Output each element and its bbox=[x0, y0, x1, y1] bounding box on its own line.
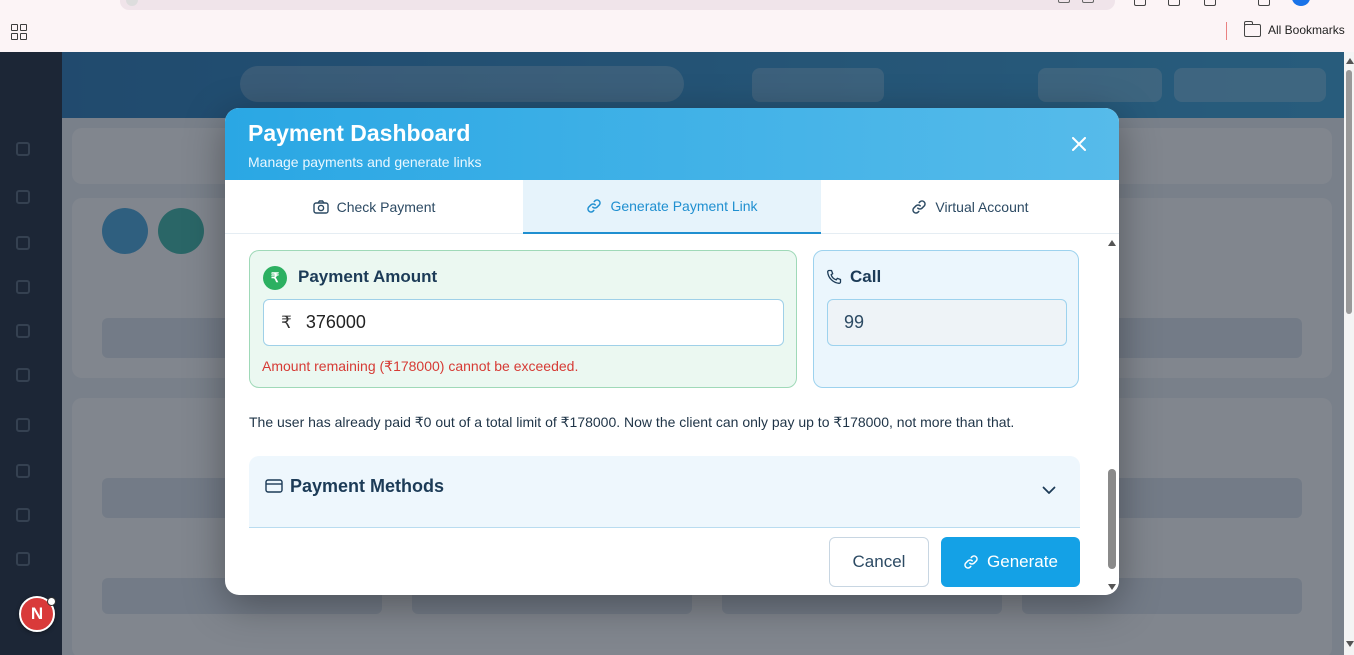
scroll-up-arrow-icon[interactable] bbox=[1108, 240, 1116, 246]
amount-error-message: Amount remaining (₹178000) cannot be exc… bbox=[262, 358, 579, 374]
call-input[interactable]: 99 bbox=[827, 299, 1067, 346]
link-icon bbox=[912, 200, 927, 214]
currency-symbol: ₹ bbox=[281, 312, 292, 332]
profile-avatar[interactable] bbox=[1292, 0, 1310, 6]
call-card: Call 99 bbox=[813, 250, 1079, 388]
folder-icon bbox=[1243, 20, 1261, 37]
close-button[interactable] bbox=[1065, 130, 1093, 158]
install-icon[interactable] bbox=[1058, 0, 1070, 3]
modal-tabs: Check Payment Generate Payment Link Virt… bbox=[225, 180, 1119, 234]
modal-header: Payment Dashboard Manage payments and ge… bbox=[225, 108, 1119, 180]
payment-limit-info: The user has already paid ₹0 out of a to… bbox=[249, 414, 1015, 430]
scroll-down-arrow-icon[interactable] bbox=[1346, 641, 1354, 647]
call-label: Call bbox=[850, 267, 882, 286]
tab-virtual-account[interactable]: Virtual Account bbox=[821, 180, 1119, 234]
extension-icon[interactable] bbox=[1168, 0, 1180, 6]
payment-methods-label: Payment Methods bbox=[290, 476, 445, 496]
payment-dashboard-modal: Payment Dashboard Manage payments and ge… bbox=[225, 108, 1119, 595]
tab-generate-payment-link[interactable]: Generate Payment Link bbox=[523, 180, 821, 234]
downloads-icon[interactable] bbox=[1204, 0, 1216, 6]
tab-label: Generate Payment Link bbox=[610, 198, 758, 214]
payment-amount-input[interactable]: ₹ 376000 bbox=[263, 299, 784, 346]
modal-scroll-thumb[interactable] bbox=[1108, 469, 1116, 569]
chevron-down-icon[interactable] bbox=[1042, 486, 1056, 495]
link-icon bbox=[964, 555, 978, 569]
payment-amount-value: 376000 bbox=[305, 312, 366, 332]
scroll-up-arrow-icon[interactable] bbox=[1346, 58, 1354, 64]
modal-body: ₹ Payment Amount ₹ 376000 Amount remaini… bbox=[225, 235, 1119, 595]
rupee-icon: ₹ bbox=[263, 266, 287, 290]
address-bar[interactable] bbox=[120, 0, 1115, 10]
all-bookmarks-button[interactable]: All Bookmarks bbox=[1243, 20, 1345, 37]
notification-badge bbox=[47, 597, 56, 606]
bookmarks-divider bbox=[1226, 22, 1227, 40]
generate-label: Generate bbox=[987, 552, 1058, 571]
modal-title: Payment Dashboard bbox=[248, 120, 471, 146]
bookmarks-bar: All Bookmarks bbox=[0, 12, 1354, 52]
modal-scrollbar[interactable] bbox=[1105, 235, 1119, 595]
apps-grid-icon[interactable] bbox=[11, 24, 27, 40]
scroll-down-arrow-icon[interactable] bbox=[1108, 584, 1116, 590]
modal-subtitle: Manage payments and generate links bbox=[248, 154, 482, 170]
tab-search-icon[interactable] bbox=[1258, 0, 1270, 6]
camera-icon bbox=[312, 200, 329, 214]
tab-check-payment[interactable]: Check Payment bbox=[225, 180, 523, 234]
payment-amount-label: Payment Amount bbox=[298, 267, 438, 286]
cancel-button[interactable]: Cancel bbox=[829, 537, 929, 587]
site-info-icon[interactable] bbox=[126, 0, 138, 6]
tab-label: Check Payment bbox=[336, 199, 436, 215]
phone-icon bbox=[827, 269, 842, 284]
credit-card-icon bbox=[265, 479, 283, 493]
notification-avatar-letter: N bbox=[30, 604, 44, 623]
page-scrollbar[interactable] bbox=[1344, 52, 1354, 655]
tab-label: Virtual Account bbox=[935, 199, 1029, 215]
link-icon bbox=[587, 199, 602, 213]
close-icon bbox=[1072, 137, 1086, 151]
browser-top-bar bbox=[0, 0, 1354, 12]
extension-icon[interactable] bbox=[1134, 0, 1146, 6]
page-scroll-thumb[interactable] bbox=[1346, 70, 1352, 314]
payment-methods-section[interactable]: Payment Methods bbox=[249, 456, 1080, 528]
all-bookmarks-label: All Bookmarks bbox=[1268, 23, 1345, 37]
generate-button[interactable]: Generate bbox=[941, 537, 1080, 587]
payment-amount-card: ₹ Payment Amount ₹ 376000 Amount remaini… bbox=[249, 250, 797, 388]
bookmark-star-icon[interactable] bbox=[1082, 0, 1094, 3]
